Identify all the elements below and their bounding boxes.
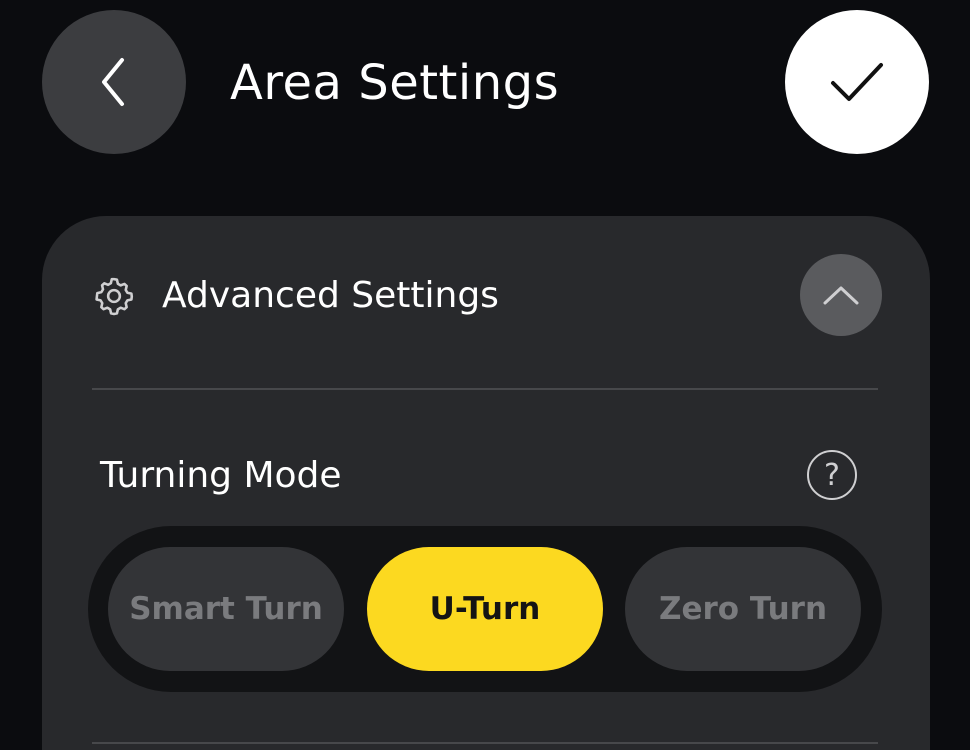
turning-mode-label: Turning Mode [100, 455, 342, 496]
chevron-up-icon [823, 286, 859, 305]
settings-card: Advanced Settings Turning Mode ? Smart T… [42, 216, 930, 750]
back-button[interactable] [42, 10, 186, 154]
checkmark-icon [831, 63, 883, 101]
collapse-button[interactable] [800, 254, 882, 336]
gear-icon [95, 277, 134, 316]
smart-turn-option[interactable]: Smart Turn [108, 547, 344, 671]
help-symbol: ? [824, 457, 840, 493]
area-settings-screen: Area Settings Advanced Settings Turning … [0, 0, 970, 750]
chevron-left-icon [102, 58, 124, 106]
advanced-settings-header[interactable]: Advanced Settings [92, 254, 882, 338]
divider [92, 742, 878, 744]
help-icon[interactable]: ? [807, 450, 857, 500]
turning-mode-selector: Smart Turn U-Turn Zero Turn [88, 526, 882, 692]
confirm-button[interactable] [785, 10, 929, 154]
u-turn-option[interactable]: U-Turn [367, 547, 603, 671]
divider [92, 388, 878, 390]
zero-turn-option[interactable]: Zero Turn [625, 547, 861, 671]
advanced-settings-label: Advanced Settings [162, 275, 499, 316]
page-title: Area Settings [230, 55, 560, 111]
